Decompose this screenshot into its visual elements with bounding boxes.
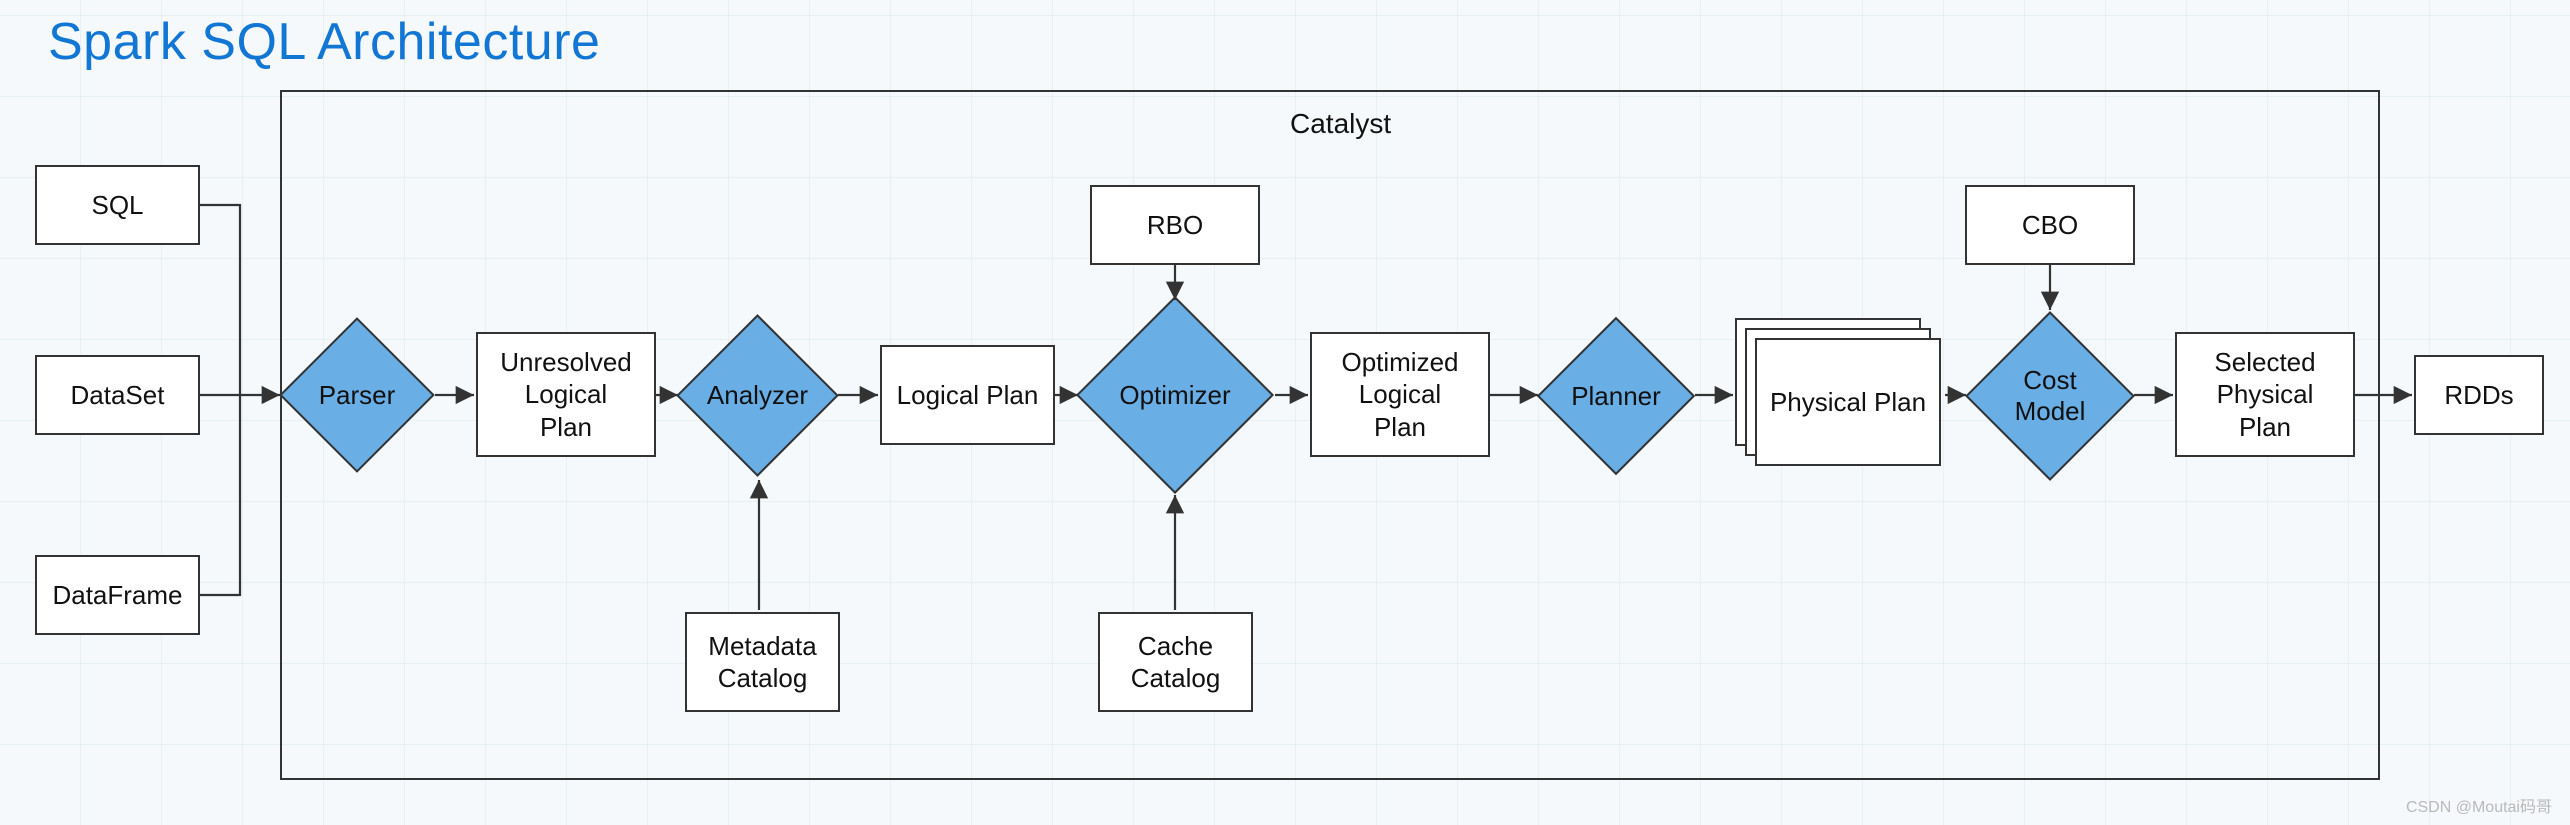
cost-model-diamond: Cost Model <box>1990 336 2110 456</box>
catalyst-label: Catalyst <box>1290 108 1391 140</box>
metadata-catalog-box: Metadata Catalog <box>685 612 840 712</box>
diagram-title: Spark SQL Architecture <box>48 12 600 72</box>
cache-catalog-box: Cache Catalog <box>1098 612 1253 712</box>
optimizer-diamond: Optimizer <box>1105 325 1245 465</box>
logical-plan: Logical Plan <box>880 345 1055 445</box>
input-dataset: DataSet <box>35 355 200 435</box>
unresolved-logical-plan: Unresolved Logical Plan <box>476 332 656 457</box>
watermark: CSDN @Moutai码哥 <box>2406 793 2552 817</box>
physical-plan: Physical Plan <box>1755 338 1941 466</box>
input-sql: SQL <box>35 165 200 245</box>
input-dataframe: DataFrame <box>35 555 200 635</box>
selected-physical-plan: Selected Physical Plan <box>2175 332 2355 457</box>
analyzer-diamond: Analyzer <box>700 338 815 453</box>
physical-plan-stack: Physical Plan <box>1735 318 1945 473</box>
optimized-logical-plan: Optimized Logical Plan <box>1310 332 1490 457</box>
rbo-box: RBO <box>1090 185 1260 265</box>
parser-diamond: Parser <box>302 340 412 450</box>
cbo-box: CBO <box>1965 185 2135 265</box>
output-rdds: RDDs <box>2414 355 2544 435</box>
planner-diamond: Planner <box>1560 340 1672 452</box>
